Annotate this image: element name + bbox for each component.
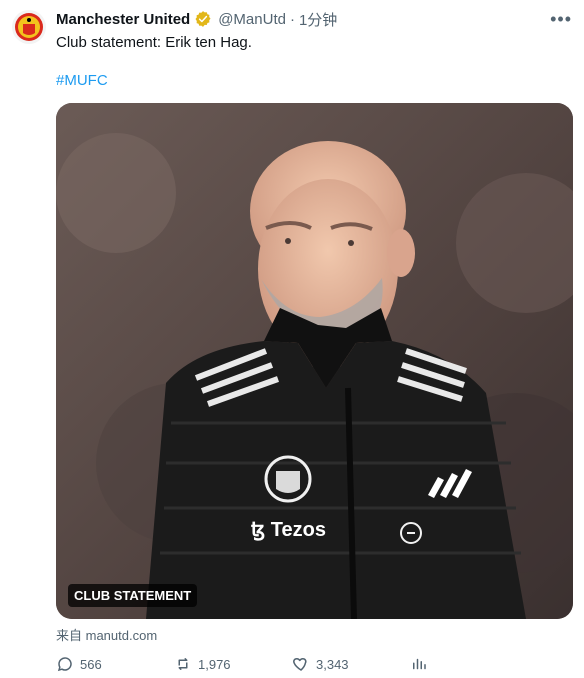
hashtag-link[interactable]: #MUFC: [56, 72, 108, 89]
reply-button[interactable]: 566: [56, 655, 174, 673]
reply-icon: [57, 657, 72, 672]
views-button[interactable]: [410, 655, 444, 673]
retweet-button[interactable]: 1,976: [174, 655, 292, 673]
like-count: 3,343: [316, 656, 349, 672]
tweet-header: Manchester United @ManUtd · 1分钟 •••: [56, 9, 572, 29]
svg-text:ꜩ Tezos: ꜩ Tezos: [251, 519, 326, 541]
source-link[interactable]: 来自 manutd.com: [56, 625, 157, 644]
club-crest-icon: [15, 13, 43, 41]
views-icon: [413, 658, 426, 670]
action-bar: 566 1,976 3,343: [56, 652, 572, 676]
media-photo: ꜩ Tezos: [56, 103, 573, 619]
more-icon[interactable]: •••: [550, 9, 572, 30]
retweet-icon: [178, 658, 188, 670]
like-icon: [293, 658, 307, 671]
tweet-media[interactable]: ꜩ Tezos CLUB STATEMENT: [56, 103, 573, 619]
like-button[interactable]: 3,343: [292, 655, 410, 673]
media-badge: CLUB STATEMENT: [68, 584, 198, 607]
reply-count: 566: [80, 656, 102, 672]
avatar[interactable]: [12, 10, 46, 44]
author-name[interactable]: Manchester United: [56, 11, 190, 28]
verified-badge-icon: [194, 10, 212, 28]
separator: ·: [289, 10, 295, 28]
timestamp[interactable]: 1分钟: [299, 9, 337, 30]
tweet-text: Club statement: Erik ten Hag.: [56, 34, 252, 51]
author-handle[interactable]: @ManUtd: [218, 11, 286, 28]
retweet-count: 1,976: [198, 656, 231, 672]
